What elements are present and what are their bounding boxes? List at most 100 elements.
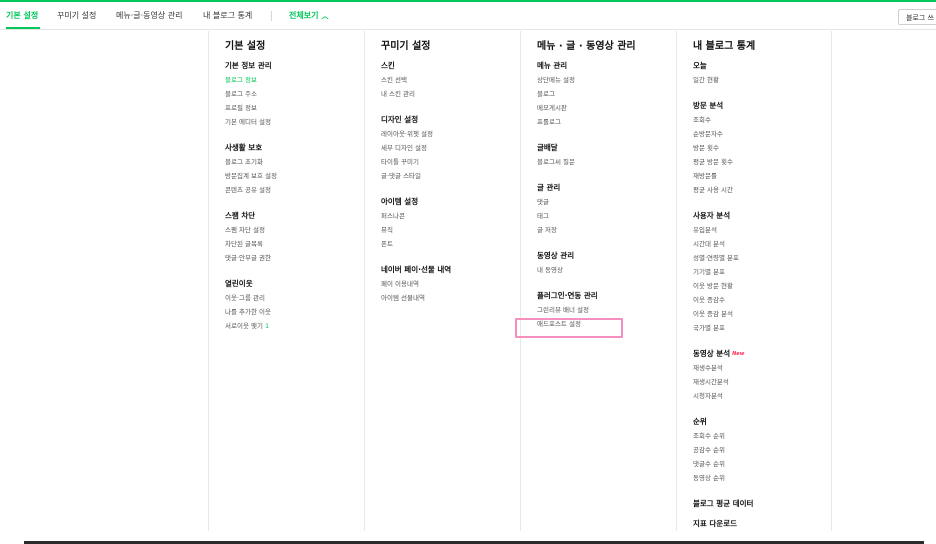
menu-item-neighbor-visits[interactable]: 이웃 방문 현황 xyxy=(693,279,831,293)
menu-item-play-count[interactable]: 재생수분석 xyxy=(693,361,831,375)
menu-item-viewer-analysis[interactable]: 시청자분석 xyxy=(693,389,831,403)
section-ranking: 순위 조회수 순위 공감수 순위 댓글수 순위 동영상 순위 xyxy=(693,415,831,485)
tab-basic-settings[interactable]: 기본 설정 xyxy=(6,10,38,21)
menu-item-views[interactable]: 조회수 xyxy=(693,113,831,127)
menu-item-time-analysis[interactable]: 시간대 분석 xyxy=(693,237,831,251)
menu-item-comments[interactable]: 댓글 xyxy=(537,195,675,209)
menu-item-blogc-question[interactable]: 블로그씨 질문 xyxy=(537,155,675,169)
section-title: 스팸 차단 xyxy=(225,211,256,220)
menu-item-post-save[interactable]: 글 저장 xyxy=(537,223,675,237)
menu-item-post-style[interactable]: 글·댓글 스타일 xyxy=(381,169,519,183)
menu-item-comment-permission[interactable]: 댓글·안부글 권한 xyxy=(225,251,363,265)
all-view-label: 전체보기 xyxy=(289,11,319,20)
menu-item-skin-select[interactable]: 스킨 선택 xyxy=(381,73,519,87)
section-title: 순위 xyxy=(693,417,707,426)
menu-item-visit-protect[interactable]: 방문집계 보호 설정 xyxy=(225,169,363,183)
section-visit-analysis: 방문 분석 조회수 순방문자수 방문 횟수 평균 방문 횟수 재방문률 평균 사… xyxy=(693,99,831,197)
menu-item-daily-status[interactable]: 일간 현황 xyxy=(693,73,831,87)
column-decorate-settings: 꾸미기 설정 스킨 스킨 선택 내 스킨 관리 디자인 설정 레이아웃·위젯 설… xyxy=(364,31,520,531)
menu-item-top-menu[interactable]: 상단메뉴 설정 xyxy=(537,73,675,87)
section-download: 지표 다운로드 xyxy=(693,517,831,531)
menu-item-gift-history[interactable]: 아이템 선물내역 xyxy=(381,291,519,305)
menu-item-comments-rank[interactable]: 댓글수 순위 xyxy=(693,457,831,471)
menu-item-play-time[interactable]: 재생시간분석 xyxy=(693,375,831,389)
menu-item-font[interactable]: 폰트 xyxy=(381,237,519,251)
menu-item-title-decor[interactable]: 타이틀 꾸미기 xyxy=(381,155,519,169)
section-title: 동영상 관리 xyxy=(537,251,575,260)
menu-item-layout-widget[interactable]: 레이아웃·위젯 설정 xyxy=(381,127,519,141)
menu-item-inflow-analysis[interactable]: 유입분석 xyxy=(693,223,831,237)
menu-item-device-distribution[interactable]: 기기별 분포 xyxy=(693,265,831,279)
menu-item-neighbor-change[interactable]: 이웃 증감수 xyxy=(693,293,831,307)
menu-item-avg-visit-count[interactable]: 평균 방문 횟수 xyxy=(693,155,831,169)
menu-item-memo-board[interactable]: 메모게시판 xyxy=(537,101,675,115)
all-view-toggle[interactable]: 전체보기 ︿ xyxy=(289,10,328,21)
chevron-up-icon: ︿ xyxy=(321,12,329,20)
menu-item-spam-settings[interactable]: 스팸 차단 설정 xyxy=(225,223,363,237)
section-title: 방문 분석 xyxy=(693,101,724,110)
menu-item-personacon[interactable]: 퍼스나콘 xyxy=(381,209,519,223)
menu-item-blog-average-data[interactable]: 블로그 평균 데이터 xyxy=(693,497,831,511)
menu-item-my-videos[interactable]: 내 동영상 xyxy=(537,263,675,277)
section-title: 플러그인·연동 관리 xyxy=(537,291,598,300)
menu-item-likes-rank[interactable]: 공감수 순위 xyxy=(693,443,831,457)
menu-item-unique-visitors[interactable]: 순방문자수 xyxy=(693,127,831,141)
section-today: 오늘 일간 현황 xyxy=(693,59,831,87)
menu-item-mutual-neighbors[interactable]: 서로이웃 맺기 1 xyxy=(225,319,363,333)
section-title: 네이버 페이·선물 내역 xyxy=(381,265,452,274)
menu-item-avg-usage-time[interactable]: 평균 사용 시간 xyxy=(693,183,831,197)
menu-item-blog[interactable]: 블로그 xyxy=(537,87,675,101)
tab-blog-stats[interactable]: 내 블로그 통계 xyxy=(203,10,252,21)
menu-item-blocked-posts[interactable]: 차단된 글목록 xyxy=(225,237,363,251)
section-video-manage: 동영상 관리 내 동영상 xyxy=(537,249,675,277)
section-post-delivery: 글배달 블로그씨 질문 xyxy=(537,141,675,169)
menu-item-views-rank[interactable]: 조회수 순위 xyxy=(693,429,831,443)
menu-item-music[interactable]: 뮤직 xyxy=(381,223,519,237)
tab-decorate-settings[interactable]: 꾸미기 설정 xyxy=(57,10,96,21)
menu-item-neighbor-groups[interactable]: 이웃·그룹 관리 xyxy=(225,291,363,305)
menu-item-country-distribution[interactable]: 국가별 분포 xyxy=(693,321,831,335)
menu-item-followers[interactable]: 나를 추가한 이웃 xyxy=(225,305,363,319)
menu-item-detail-design[interactable]: 세부 디자인 설정 xyxy=(381,141,519,155)
section-blog-average: 블로그 평균 데이터 xyxy=(693,497,831,511)
section-plugins: 플러그인·연동 관리 그린리뷰 배너 설정 애드포스트 설정 xyxy=(537,289,675,331)
menu-item-content-share[interactable]: 콘텐츠 공유 설정 xyxy=(225,183,363,197)
menu-item-editor-settings[interactable]: 기본 에디터 설정 xyxy=(225,115,363,129)
section-title: 스킨 xyxy=(381,61,395,70)
section-title: 디자인 설정 xyxy=(381,115,419,124)
nav-divider xyxy=(271,11,272,21)
section-title: 사용자 분석 xyxy=(693,211,731,220)
menu-item-gender-age[interactable]: 성별·연령별 분포 xyxy=(693,251,831,265)
count-badge: 1 xyxy=(264,322,270,330)
menu-item-neighbor-change-analysis[interactable]: 이웃 증감 분석 xyxy=(693,307,831,321)
menu-item-visit-count[interactable]: 방문 횟수 xyxy=(693,141,831,155)
menu-item-blog-reset[interactable]: 블로그 초기화 xyxy=(225,155,363,169)
tab-menu-post-video[interactable]: 메뉴·글·동영상 관리 xyxy=(116,10,183,21)
blog-button[interactable]: 블로그 쓰 xyxy=(898,9,936,25)
menu-item-tags[interactable]: 태그 xyxy=(537,209,675,223)
column-basic-settings: 기본 설정 기본 정보 관리 블로그 정보 블로그 주소 프로필 정보 기본 에… xyxy=(208,31,364,531)
section-title: 오늘 xyxy=(693,61,707,70)
new-badge: New xyxy=(732,351,745,357)
menu-item-profile-info[interactable]: 프로필 정보 xyxy=(225,101,363,115)
section-items: 아이템 설정 퍼스나콘 뮤직 폰트 xyxy=(381,195,519,251)
column-menu-post-video: 메뉴 · 글 · 동영상 관리 메뉴 관리 상단메뉴 설정 블로그 메모게시판 … xyxy=(520,31,676,531)
menu-item-blog-info[interactable]: 블로그 정보 xyxy=(225,73,363,87)
menu-item-adpost-settings[interactable]: 애드포스트 설정 xyxy=(537,317,675,331)
menu-item-video-rank[interactable]: 동영상 순위 xyxy=(693,471,831,485)
column-title: 꾸미기 설정 xyxy=(381,41,431,52)
column-title: 메뉴 · 글 · 동영상 관리 xyxy=(537,41,636,52)
section-user-analysis: 사용자 분석 유입분석 시간대 분석 성별·연령별 분포 기기별 분포 이웃 방… xyxy=(693,209,831,335)
section-menu-manage: 메뉴 관리 상단메뉴 설정 블로그 메모게시판 프롤로그 xyxy=(537,59,675,129)
menu-item-green-review[interactable]: 그린리뷰 배너 설정 xyxy=(537,303,675,317)
menu-item-metric-download[interactable]: 지표 다운로드 xyxy=(693,517,831,531)
menu-item-blog-address[interactable]: 블로그 주소 xyxy=(225,87,363,101)
menu-item-my-skins[interactable]: 내 스킨 관리 xyxy=(381,87,519,101)
section-title-label: 동영상 분석 xyxy=(693,349,731,358)
menu-item-pay-history[interactable]: 페이 이용내역 xyxy=(381,277,519,291)
menu-item-revisit-rate[interactable]: 재방문률 xyxy=(693,169,831,183)
menu-item-prologue[interactable]: 프롤로그 xyxy=(537,115,675,129)
section-basic-info: 기본 정보 관리 블로그 정보 블로그 주소 프로필 정보 기본 에디터 설정 xyxy=(225,59,363,129)
section-title: 동영상 분석 New xyxy=(693,347,831,361)
section-naver-pay: 네이버 페이·선물 내역 페이 이용내역 아이템 선물내역 xyxy=(381,263,519,305)
